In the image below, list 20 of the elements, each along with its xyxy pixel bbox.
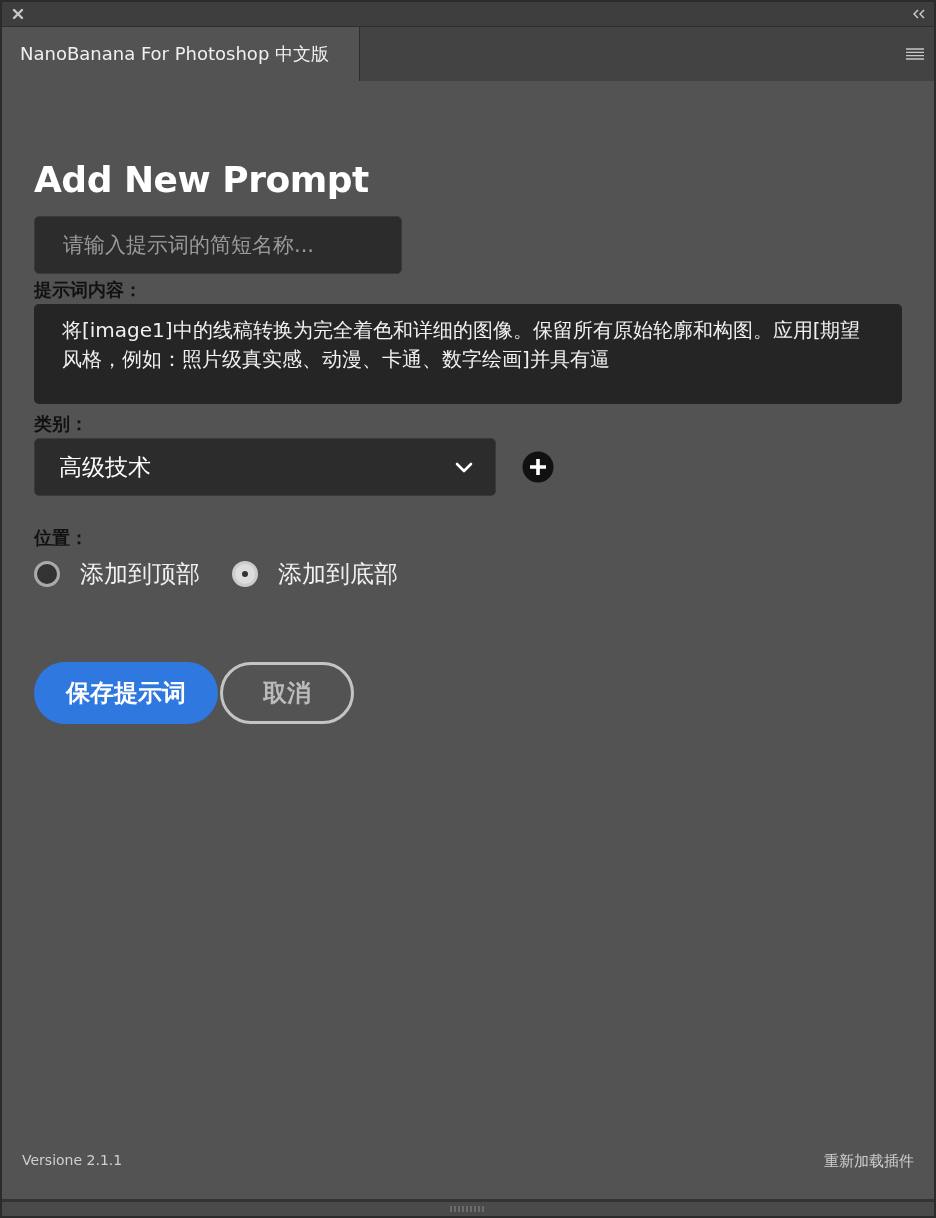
category-select[interactable]: 高级技术 bbox=[34, 438, 496, 496]
version-text: Versione 2.1.1 bbox=[22, 1152, 123, 1170]
menu-icon[interactable] bbox=[906, 48, 924, 60]
form-title: Add New Prompt bbox=[34, 159, 369, 200]
field-label: 位置： bbox=[34, 526, 88, 550]
name-field[interactable]: 请输入提示词的简短名称... bbox=[34, 216, 402, 274]
radio-option[interactable]: 添加到顶部 bbox=[34, 558, 200, 590]
field-label: 提示词内容： bbox=[34, 278, 142, 302]
close-icon[interactable] bbox=[12, 8, 24, 20]
add-icon[interactable] bbox=[522, 451, 554, 483]
cancel-button[interactable]: 取消 bbox=[220, 662, 354, 724]
chevron-down-icon bbox=[455, 461, 473, 473]
panel-tab[interactable]: NanoBanana For Photoshop 中文版 bbox=[2, 27, 360, 81]
collapse-icon[interactable] bbox=[913, 9, 925, 19]
prompt-field[interactable]: 将[image1]中的线稿转换为完全着色和详细的图像。保留所有原始轮廓和构图。应用[期望风格，例如：照片级真实感、动漫、卡通、数字绘画]并具有逼 bbox=[34, 304, 902, 404]
resize-grip-icon[interactable] bbox=[450, 1206, 486, 1212]
radio-option[interactable]: 添加到底部 bbox=[232, 558, 398, 590]
field-label: 类别： bbox=[34, 412, 88, 436]
save-button[interactable]: 保存提示词 bbox=[34, 662, 218, 724]
reload-link[interactable]: 重新加载插件 bbox=[824, 1152, 914, 1171]
